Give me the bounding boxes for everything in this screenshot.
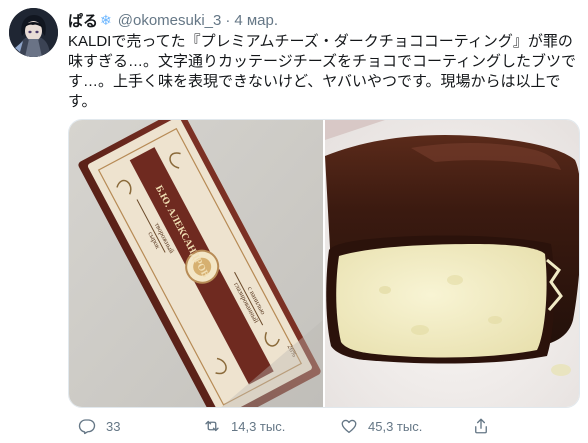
avatar[interactable] <box>9 8 58 57</box>
retweet-button[interactable]: 14,3 тыс. <box>203 414 285 438</box>
reply-icon <box>78 419 96 435</box>
tweet-card: ぱる ❄ @okomesuki_3 · 4 мар. KALDIで売ってた『プレ… <box>0 0 588 443</box>
reply-button[interactable]: 33 <box>78 414 120 438</box>
retweet-count: 14,3 тыс. <box>231 418 286 434</box>
tweet-date[interactable]: 4 мар. <box>234 12 278 29</box>
like-icon <box>341 419 357 434</box>
separator-dot: · <box>225 11 231 29</box>
media-grid: сырок творожный Б.Ю. АЛЕКСАНДРОВ глазиро… <box>68 119 580 408</box>
tweet-actions: 33 14,3 тыс. 45,3 тыс. <box>68 414 580 438</box>
share-button[interactable] <box>472 414 500 438</box>
snowflake-icon: ❄ <box>100 11 112 28</box>
tweet-text: KALDIで売ってた『プレミアムチーズ・ダークチョココーティング』が罪の味すぎる… <box>68 33 577 110</box>
tweet-header: ぱる ❄ @okomesuki_3 · 4 мар. <box>68 9 278 31</box>
photo-cross-section[interactable] <box>325 120 579 407</box>
user-handle[interactable]: @okomesuki_3 <box>118 12 222 29</box>
photo-package[interactable]: сырок творожный Б.Ю. АЛЕКСАНДРОВ глазиро… <box>69 120 323 407</box>
like-button[interactable]: 45,3 тыс. <box>340 414 422 438</box>
share-icon <box>475 418 487 434</box>
like-count: 45,3 тыс. <box>368 418 423 434</box>
display-name[interactable]: ぱる <box>68 10 98 31</box>
retweet-icon <box>205 420 219 432</box>
reply-count: 33 <box>106 418 121 434</box>
